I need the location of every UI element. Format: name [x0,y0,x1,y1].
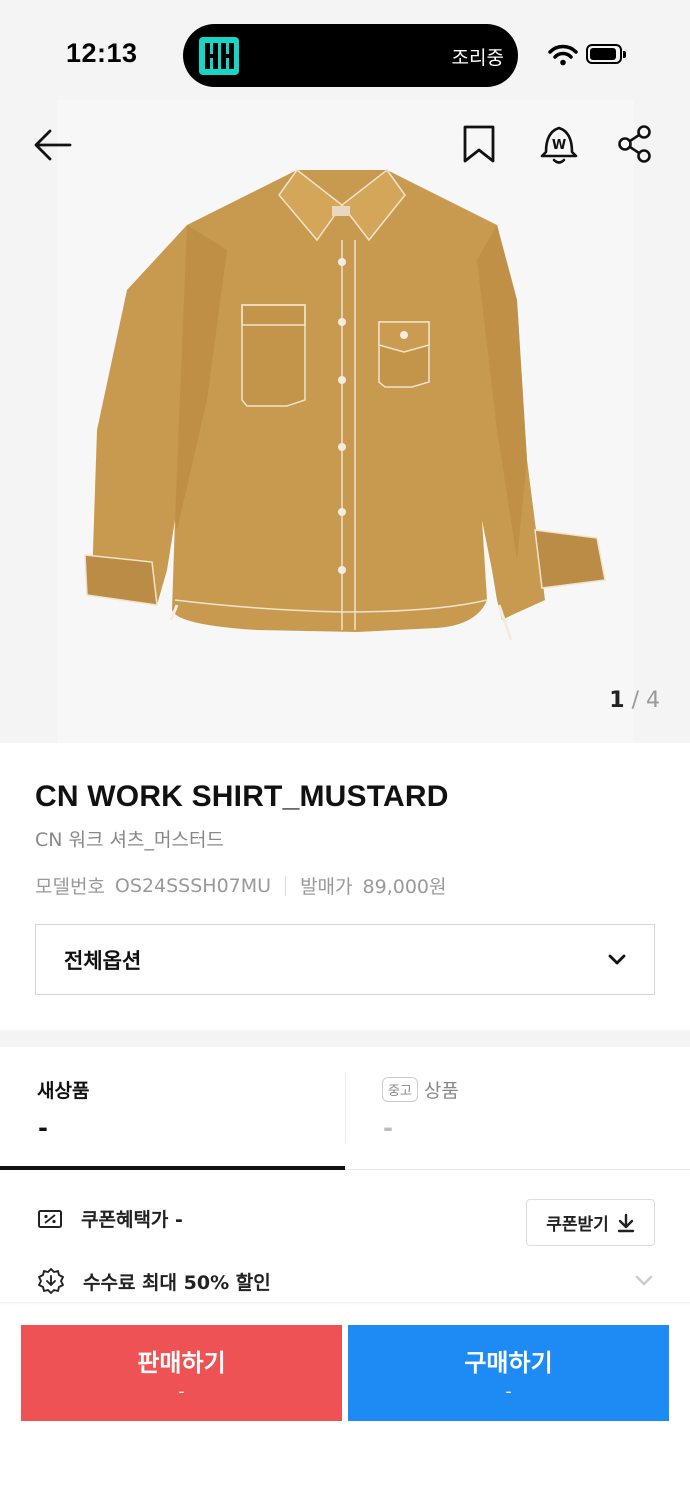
section-divider [0,1030,690,1047]
status-time: 12:13 [66,38,138,68]
chevron-down-icon[interactable] [634,1274,654,1288]
product-image[interactable] [57,100,634,743]
model-number-label: 모델번호 [35,876,105,898]
dynamic-island[interactable]: 조리중 [183,24,518,87]
active-tab-indicator [0,1166,345,1170]
option-select[interactable]: 전체옵션 [35,924,655,995]
pager-separator: / [631,688,639,713]
buy-button-price: - [505,1382,512,1402]
sell-button-label: 판매하기 [137,1349,226,1377]
battery-icon [586,44,626,64]
fee-discount-row[interactable]: 수수료 최대 50% 할인 [37,1267,271,1295]
tab-used-label-wrap: 중고 상품 [382,1076,459,1103]
coupon-benefit-text: 쿠폰혜택가 - [81,1209,183,1231]
model-number-value: OS24SSSH07MU [114,874,272,897]
download-icon [617,1213,634,1232]
sell-button[interactable]: 판매하기 - [21,1325,342,1421]
tab-used-product[interactable]: 중고 상품 - [345,1048,690,1170]
back-arrow-icon[interactable] [32,124,74,166]
island-status-text: 조리중 [451,47,504,69]
tab-new-price: - [38,1114,48,1142]
price-alert-glyph: W [552,138,566,153]
tab-new-label: 새상품 [37,1080,90,1102]
app-logo-icon [199,37,239,75]
tab-new-product[interactable]: 새상품 - [0,1048,345,1170]
pager-total: 4 [646,688,660,713]
product-photo-shirt [84,168,606,641]
get-coupon-label: 쿠폰받기 [546,1215,609,1235]
fee-discount-text: 수수료 최대 50% 할인 [83,1271,271,1294]
tab-separator [345,1073,346,1143]
buy-button[interactable]: 구매하기 - [348,1325,669,1421]
release-price-label: 발매가 [300,876,353,898]
option-select-label: 전체옵션 [64,948,142,973]
pager-current: 1 [609,688,625,713]
product-meta: 모델번호 OS24SSSH07MU 발매가 89,000원 [35,872,446,899]
tab-used-label: 상품 [423,1080,459,1102]
tab-baseline [345,1169,690,1170]
product-subtitle: CN 워크 셔츠_머스터드 [35,829,224,851]
bookmark-icon[interactable] [462,124,496,164]
buy-button-label: 구매하기 [464,1349,553,1377]
gallery-pager: 1 / 4 [609,688,660,713]
fee-discount-icon [38,1268,64,1294]
used-badge: 중고 [382,1077,418,1102]
product-title: CN WORK SHIRT_MUSTARD [35,780,449,813]
bottom-bar-shadow [0,1302,690,1305]
product-image-gallery[interactable]: W 1 / 4 [0,100,690,743]
get-coupon-button[interactable]: 쿠폰받기 [526,1199,655,1246]
release-price-value: 89,000원 [362,876,447,898]
coupon-benefit-row: 쿠폰혜택가 - [37,1205,183,1232]
status-bar: 12:13 조리중 [0,0,690,100]
wifi-icon [548,44,578,66]
price-alert-icon[interactable]: W [538,122,580,166]
share-icon[interactable] [616,124,654,164]
coupon-icon [38,1209,62,1228]
tab-used-price: - [383,1114,393,1142]
sell-button-price: - [178,1382,185,1402]
meta-divider [285,875,287,896]
chevron-down-icon [608,954,626,964]
